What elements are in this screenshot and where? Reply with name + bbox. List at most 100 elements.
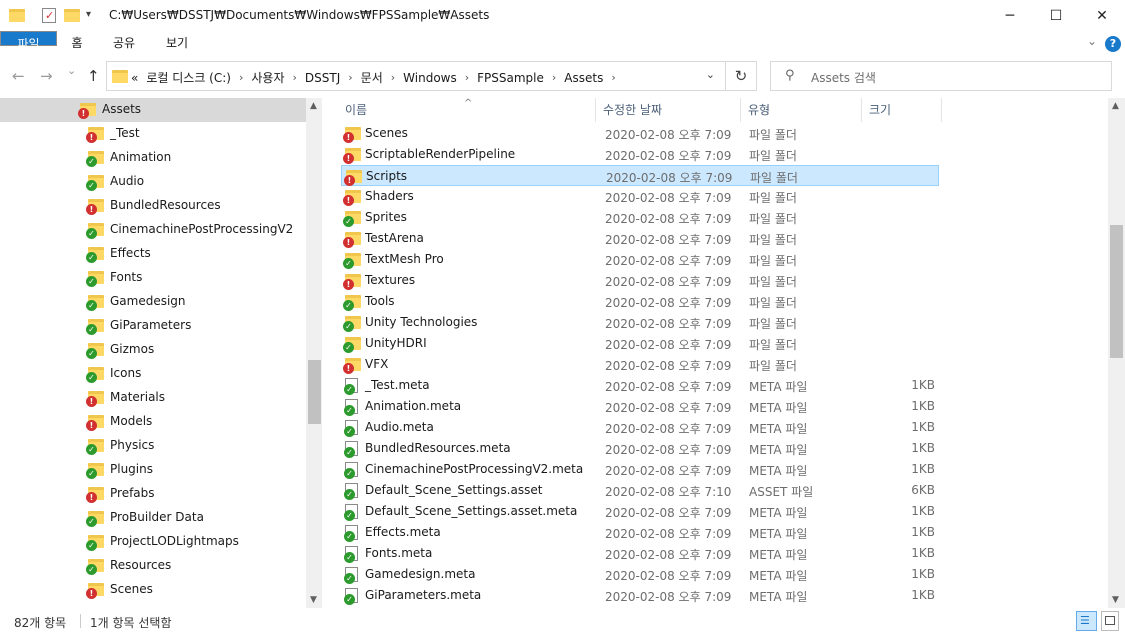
file-date: 2020-02-08 오후 7:09 bbox=[605, 422, 732, 436]
tab-home[interactable]: 홈 bbox=[60, 31, 94, 55]
large-icons-view-button[interactable] bbox=[1101, 611, 1119, 631]
file-row[interactable]: ✓ Audio.meta 2020-02-08 오후 7:09 META 파일 1KB bbox=[341, 417, 939, 438]
back-icon[interactable]: ← bbox=[12, 67, 25, 85]
minimize-button[interactable]: ─ bbox=[987, 0, 1033, 31]
breadcrumb-overflow[interactable]: « bbox=[131, 71, 138, 85]
tree-scrollbar[interactable]: ▲ ▼ bbox=[306, 98, 322, 608]
file-list-scrollbar[interactable]: ▲ ▼ bbox=[1108, 98, 1125, 608]
file-row[interactable]: ! Scripts 2020-02-08 오후 7:09 파일 폴더 bbox=[341, 165, 939, 186]
address-dropdown-icon[interactable]: ⌄ bbox=[706, 68, 715, 81]
tree-item[interactable]: ✓ Fonts bbox=[0, 266, 306, 290]
column-header-name[interactable]: 이름 ^ bbox=[338, 98, 596, 122]
details-view-button[interactable]: ☰ bbox=[1076, 611, 1097, 631]
tree-item[interactable]: ✓ Plugins bbox=[0, 458, 306, 482]
breadcrumb-assets[interactable]: Assets bbox=[564, 71, 603, 85]
tab-view[interactable]: 보기 bbox=[156, 31, 198, 55]
file-row[interactable]: ✓ UnityHDRI 2020-02-08 오후 7:09 파일 폴더 bbox=[341, 333, 939, 354]
quick-access-dropdown-icon[interactable]: ▾ bbox=[86, 9, 91, 20]
tree-item[interactable]: ✓ Physics bbox=[0, 434, 306, 458]
file-row[interactable]: ✓ CinemachinePostProcessingV2.meta 2020-02… bbox=[341, 459, 939, 480]
file-row[interactable]: ✓ _Test.meta 2020-02-08 오후 7:09 META 파일 1KB bbox=[341, 375, 939, 396]
file-row[interactable]: ! Shaders 2020-02-08 오후 7:09 파일 폴더 bbox=[341, 186, 939, 207]
close-button[interactable]: ✕ bbox=[1079, 0, 1125, 31]
breadcrumb-fpssample[interactable]: FPSSample bbox=[477, 71, 544, 85]
chevron-right-icon[interactable]: › bbox=[391, 71, 395, 84]
maximize-button[interactable]: ☐ bbox=[1033, 0, 1079, 31]
file-row[interactable]: ✓ TextMesh Pro 2020-02-08 오후 7:09 파일 폴더 bbox=[341, 249, 939, 270]
scroll-up-icon[interactable]: ▲ bbox=[310, 101, 317, 111]
tree-item[interactable]: ! Assets bbox=[0, 98, 306, 122]
chevron-right-icon[interactable]: › bbox=[465, 71, 469, 84]
file-type: 파일 폴더 bbox=[750, 171, 798, 185]
recent-locations-icon[interactable]: ⌄ bbox=[67, 64, 76, 77]
column-header-date[interactable]: 수정한 날짜 bbox=[596, 98, 741, 122]
forward-icon[interactable]: → bbox=[40, 67, 53, 85]
tab-file[interactable]: 파일 bbox=[0, 31, 57, 51]
tree-item[interactable]: ! Scenes bbox=[0, 578, 306, 602]
file-row[interactable]: ! Scenes 2020-02-08 오후 7:09 파일 폴더 bbox=[341, 123, 939, 144]
tab-share[interactable]: 공유 bbox=[103, 31, 145, 55]
help-button[interactable]: ? bbox=[1105, 36, 1121, 52]
tree-scrollbar-thumb[interactable] bbox=[308, 360, 321, 424]
refresh-button[interactable]: ↻ bbox=[726, 61, 757, 91]
file-name: CinemachinePostProcessingV2.meta bbox=[365, 462, 584, 476]
file-row[interactable]: ✓ Effects.meta 2020-02-08 오후 7:09 META 파일 1K… bbox=[341, 522, 939, 543]
tree-item[interactable]: ✓ Resources bbox=[0, 554, 306, 578]
file-list-scrollbar-thumb[interactable] bbox=[1110, 225, 1123, 358]
file-row[interactable]: ! VFX 2020-02-08 오후 7:09 파일 폴더 bbox=[341, 354, 939, 375]
file-row[interactable]: ✓ Sprites 2020-02-08 오후 7:09 파일 폴더 bbox=[341, 207, 939, 228]
file-row[interactable]: ✓ GiParameters.meta 2020-02-08 오후 7:09 META… bbox=[341, 585, 939, 606]
file-row[interactable]: ✓ Fonts.meta 2020-02-08 오후 7:09 META 파일 1KB bbox=[341, 543, 939, 564]
column-header-type[interactable]: 유형 bbox=[741, 98, 862, 122]
chevron-right-icon[interactable]: › bbox=[239, 71, 243, 84]
tree-item[interactable]: ! Prefabs bbox=[0, 482, 306, 506]
sync-ok-badge-icon: ✓ bbox=[86, 444, 97, 455]
properties-icon[interactable]: ✓ bbox=[42, 8, 56, 23]
tree-item[interactable]: ✓ Gizmos bbox=[0, 338, 306, 362]
tree-item[interactable]: ✓ Gamedesign bbox=[0, 290, 306, 314]
search-input[interactable]: ⚲ Assets 검색 bbox=[770, 61, 1112, 91]
chevron-right-icon[interactable]: › bbox=[611, 71, 615, 84]
ribbon-expand-icon[interactable]: ⌄ bbox=[1087, 34, 1097, 48]
file-row[interactable]: ✓ Unity Technologies 2020-02-08 오후 7:09 파일 … bbox=[341, 312, 939, 333]
chevron-right-icon[interactable]: › bbox=[293, 71, 297, 84]
sync-ok-badge-icon: ✓ bbox=[344, 594, 355, 605]
tree-item[interactable]: ! Models bbox=[0, 410, 306, 434]
scroll-down-icon[interactable]: ▼ bbox=[310, 595, 317, 605]
tree-item[interactable]: ! BundledResources bbox=[0, 194, 306, 218]
file-row[interactable]: ✓ Animation.meta 2020-02-08 오후 7:09 META 파일… bbox=[341, 396, 939, 417]
tree-item[interactable]: ✓ ProBuilder Data bbox=[0, 506, 306, 530]
file-row[interactable]: ✓ Gamedesign.meta 2020-02-08 오후 7:09 META 파… bbox=[341, 564, 939, 585]
file-row[interactable]: ! ScriptableRenderPipeline 2020-02-08 오후 7… bbox=[341, 144, 939, 165]
file-row[interactable]: ! TestArena 2020-02-08 오후 7:09 파일 폴더 bbox=[341, 228, 939, 249]
file-name: Unity Technologies bbox=[365, 315, 478, 329]
chevron-right-icon[interactable]: › bbox=[348, 71, 352, 84]
breadcrumb-users[interactable]: 사용자 bbox=[251, 69, 284, 86]
tree-item[interactable]: ! Materials bbox=[0, 386, 306, 410]
tree-item[interactable]: ! _Test bbox=[0, 122, 306, 146]
sync-error-badge-icon: ! bbox=[86, 588, 97, 599]
tree-item[interactable]: ✓ GiParameters bbox=[0, 314, 306, 338]
tree-item[interactable]: ✓ CinemachinePostProcessingV2 bbox=[0, 218, 306, 242]
column-header-size[interactable]: 크기 bbox=[862, 98, 942, 122]
tree-item[interactable]: ✓ Audio bbox=[0, 170, 306, 194]
breadcrumb-windows[interactable]: Windows bbox=[403, 71, 457, 85]
file-row[interactable]: ✓ Default_Scene_Settings.asset.meta 2020-0… bbox=[341, 501, 939, 522]
scroll-up-icon[interactable]: ▲ bbox=[1112, 101, 1119, 111]
breadcrumb-local-disk[interactable]: 로컬 디스크 (C:) bbox=[146, 69, 231, 86]
address-bar[interactable]: « 로컬 디스크 (C:) › 사용자 › DSSTJ › 문서 › Windows › … bbox=[106, 61, 726, 91]
file-row[interactable]: ! Textures 2020-02-08 오후 7:09 파일 폴더 bbox=[341, 270, 939, 291]
new-folder-icon[interactable] bbox=[64, 8, 80, 25]
breadcrumb-dsstj[interactable]: DSSTJ bbox=[305, 71, 340, 85]
scroll-down-icon[interactable]: ▼ bbox=[1112, 595, 1119, 605]
file-row[interactable]: ✓ BundledResources.meta 2020-02-08 오후 7:09… bbox=[341, 438, 939, 459]
file-row[interactable]: ✓ Default_Scene_Settings.asset 2020-02-08 … bbox=[341, 480, 939, 501]
tree-item[interactable]: ✓ Animation bbox=[0, 146, 306, 170]
chevron-right-icon[interactable]: › bbox=[552, 71, 556, 84]
breadcrumb-documents[interactable]: 문서 bbox=[361, 69, 383, 86]
file-row[interactable]: ✓ Tools 2020-02-08 오후 7:09 파일 폴더 bbox=[341, 291, 939, 312]
up-icon[interactable]: ↑ bbox=[87, 67, 100, 85]
tree-item[interactable]: ✓ Icons bbox=[0, 362, 306, 386]
tree-item[interactable]: ✓ Effects bbox=[0, 242, 306, 266]
tree-item[interactable]: ✓ ProjectLODLightmaps bbox=[0, 530, 306, 554]
